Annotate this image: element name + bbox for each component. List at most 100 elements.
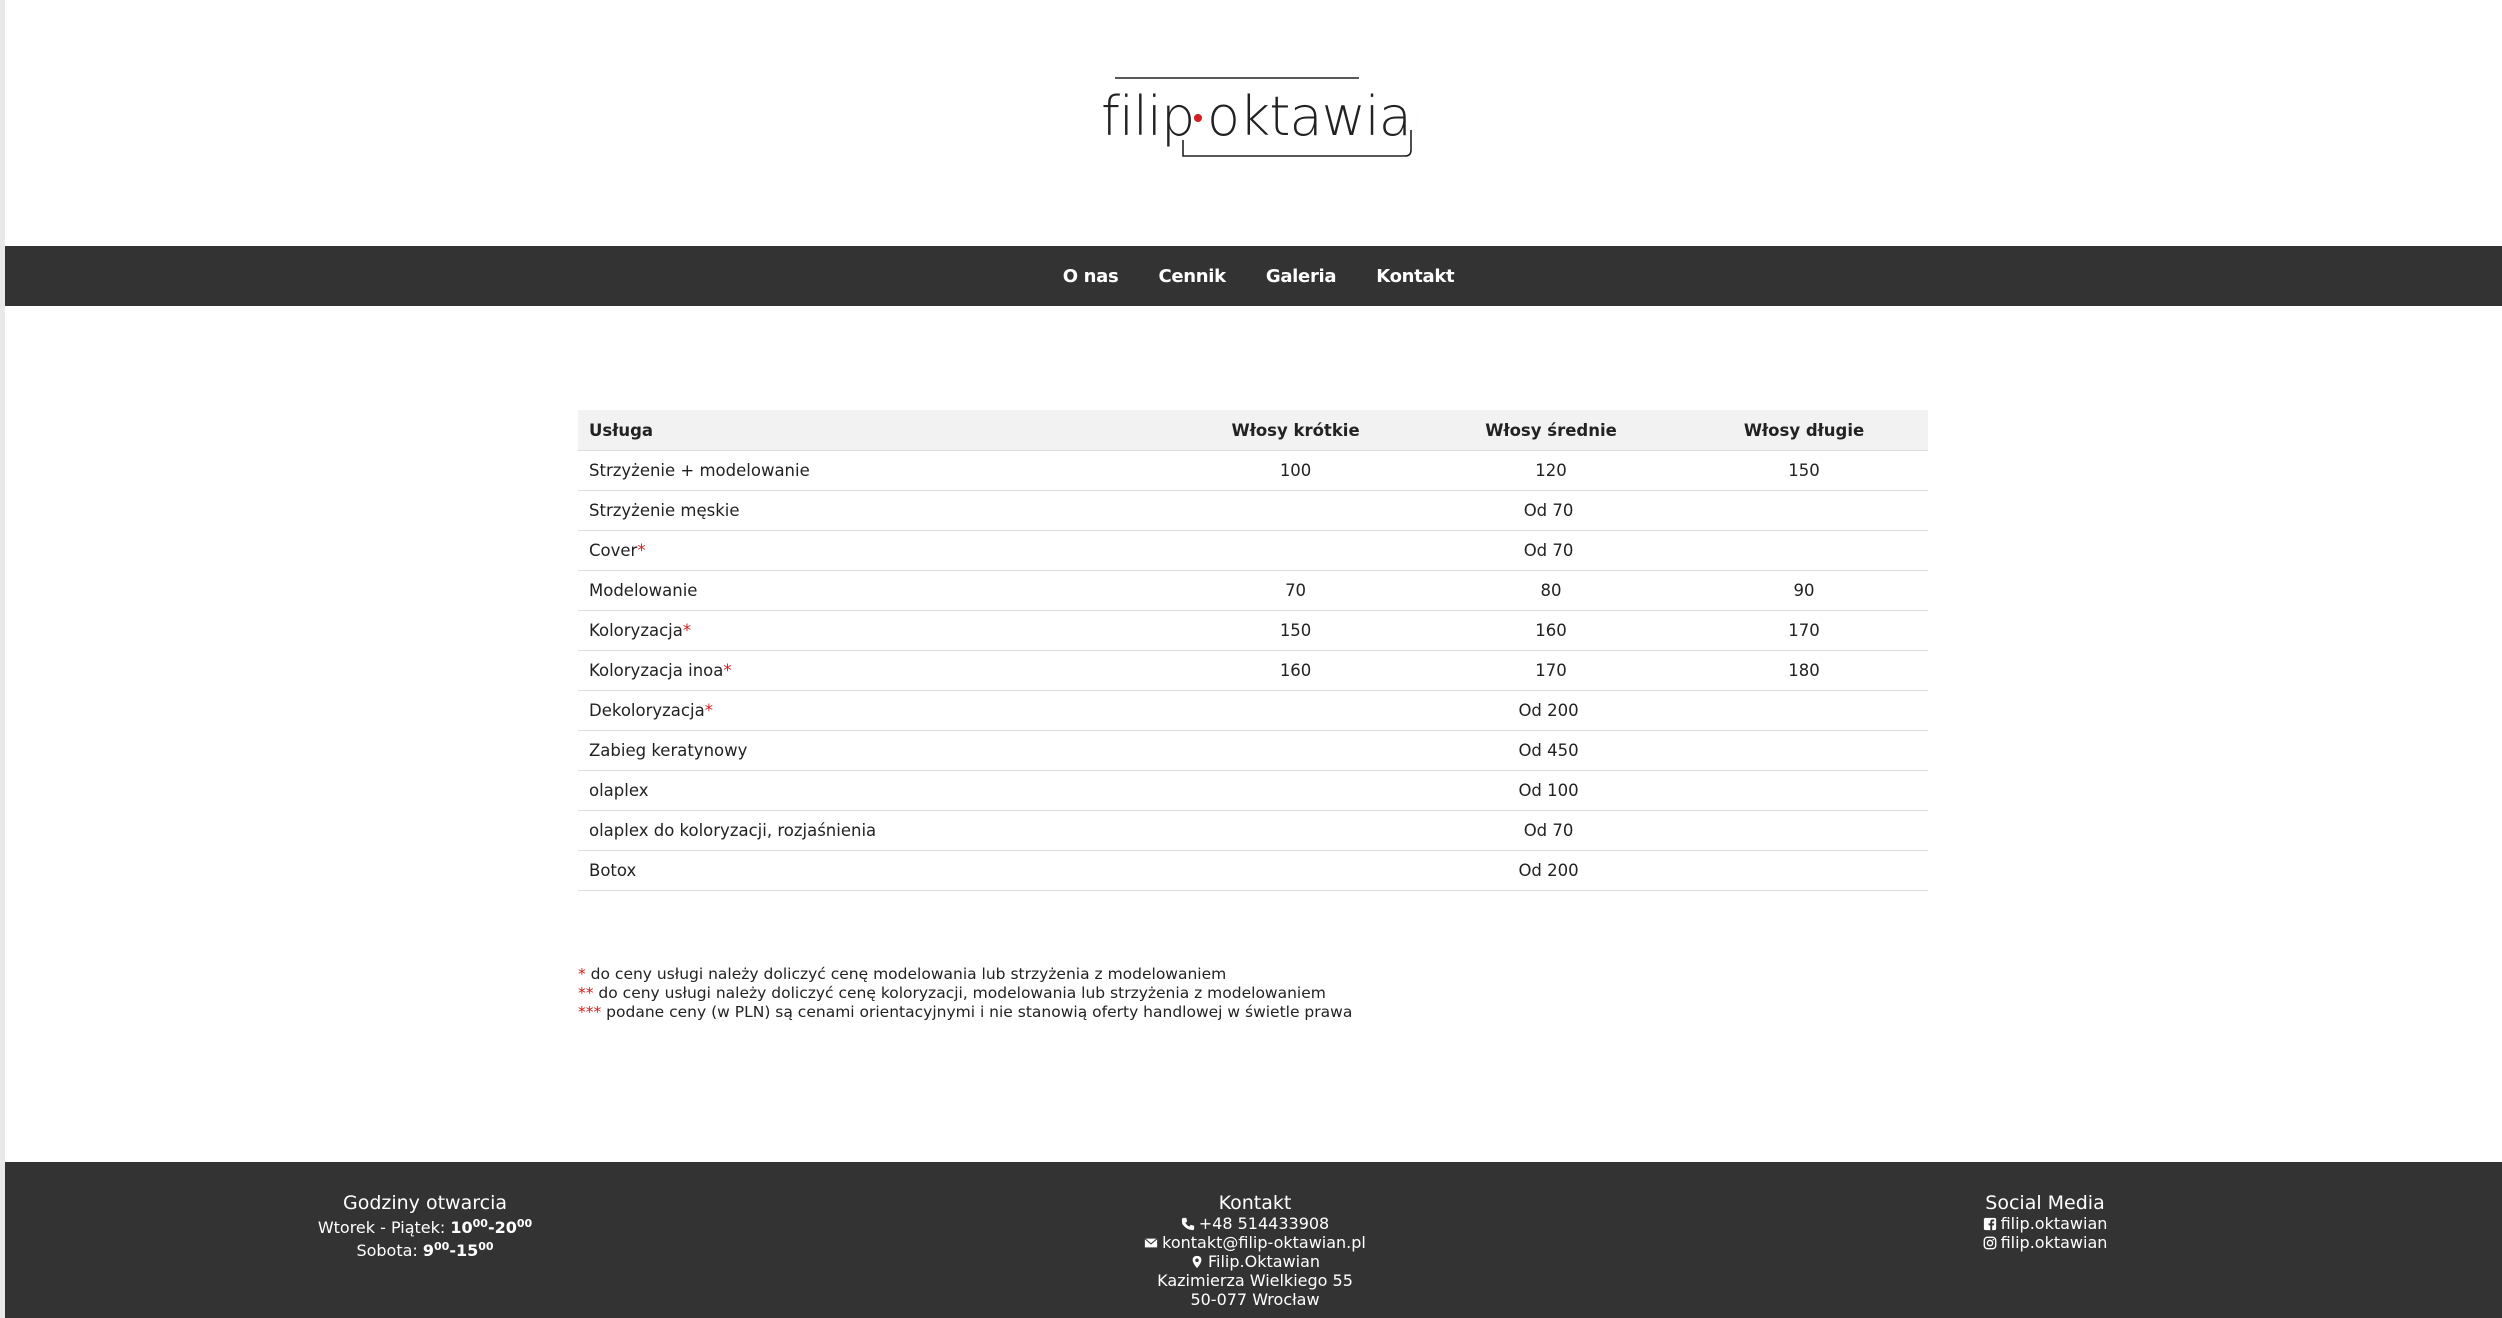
contact-title: Kontakt xyxy=(1218,1192,1292,1214)
table-row: Strzyżenie męskie Od 70 xyxy=(578,490,1928,531)
service-name: Modelowanie xyxy=(578,570,1170,611)
nav-item-kontakt[interactable]: Kontakt xyxy=(1356,266,1474,287)
service-label: Koloryzacja xyxy=(589,621,683,640)
service-name: Koloryzacja* xyxy=(578,610,1170,651)
footer-hours: Godziny otwarcia Wtorek - Piątek: 1000-2… xyxy=(305,1192,545,1260)
price-single: Od 70 xyxy=(1169,490,1928,531)
table-row: Cover* Od 70 xyxy=(578,530,1928,571)
social-instagram[interactable]: filip.oktawian xyxy=(1905,1233,2185,1252)
facebook-handle: filip.oktawian xyxy=(2000,1214,2108,1233)
price-table: Usługa Włosy krótkie Włosy średnie Włosy… xyxy=(578,410,1928,891)
svg-text:oktawian: oktawian xyxy=(1207,85,1417,148)
social-title: Social Media xyxy=(1985,1192,2105,1214)
price-table-body: Strzyżenie + modelowanie 100 120 150 Strzyże… xyxy=(578,450,1928,891)
price-medium: 160 xyxy=(1422,610,1681,651)
col-header-long: Włosy długie xyxy=(1680,410,1928,451)
weekday-label: Wtorek - Piątek: xyxy=(317,1218,451,1237)
service-name: Dekoloryzacja* xyxy=(578,690,1170,731)
price-notes: * do ceny usługi należy doliczyć cenę mo… xyxy=(578,965,1352,1022)
col-header-short: Włosy krótkie xyxy=(1169,410,1423,451)
nav-item-galeria[interactable]: Galeria xyxy=(1246,266,1356,287)
header: filip oktawian xyxy=(5,0,2502,246)
note-text: do ceny usługi należy doliczyć cenę kolo… xyxy=(593,984,1326,1002)
price-short: 160 xyxy=(1169,650,1423,691)
price-short: 150 xyxy=(1169,610,1423,651)
nav-item-cennik[interactable]: Cennik xyxy=(1138,266,1245,287)
contact-email[interactable]: kontakt@filip-oktawian.pl xyxy=(1095,1233,1415,1252)
service-name: Cover* xyxy=(578,530,1170,571)
table-row: Zabieg keratynowy Od 450 xyxy=(578,730,1928,771)
phone-number: +48 514433908 xyxy=(1198,1214,1330,1233)
saturday-label: Sobota: xyxy=(356,1241,423,1260)
service-name: Koloryzacja inoa* xyxy=(578,650,1170,691)
saturday-open-min: 00 xyxy=(434,1240,450,1253)
logo-image: filip oktawian xyxy=(1101,77,1417,157)
service-name: Zabieg keratynowy xyxy=(578,730,1170,771)
table-row: Koloryzacja* 150 160 170 xyxy=(578,610,1928,651)
table-row: olaplex Od 100 xyxy=(578,770,1928,811)
instagram-handle: filip.oktawian xyxy=(2000,1233,2108,1252)
note-line: ** do ceny usługi należy doliczyć cenę k… xyxy=(578,984,1352,1003)
facebook-icon xyxy=(1983,1217,1996,1231)
price-table-container: Usługa Włosy krótkie Włosy średnie Włosy… xyxy=(578,410,1928,891)
note-mark: *** xyxy=(578,1003,602,1021)
price-long: 90 xyxy=(1680,570,1928,611)
service-label: Koloryzacja inoa xyxy=(589,661,724,680)
weekday-close-hour: 20 xyxy=(494,1218,517,1237)
note-line: * do ceny usługi należy doliczyć cenę mo… xyxy=(578,965,1352,984)
service-label: Modelowanie xyxy=(589,581,698,600)
nav-item-o-nas[interactable]: O nas xyxy=(1043,266,1139,287)
price-long: 150 xyxy=(1680,450,1928,491)
weekday-open-hour: 10 xyxy=(450,1218,473,1237)
weekday-close-min: 00 xyxy=(516,1217,533,1230)
note-mark: * xyxy=(578,965,586,983)
service-label: Dekoloryzacja xyxy=(589,701,705,720)
price-single: Od 200 xyxy=(1169,690,1928,731)
map-marker-icon xyxy=(1192,1255,1202,1269)
service-label: olaplex do koloryzacji, rozjaśnienia xyxy=(589,821,877,840)
footer-social: Social Media filip.oktawian filip.oktawi… xyxy=(1905,1192,2185,1252)
table-row: Koloryzacja inoa* 160 170 180 xyxy=(578,650,1928,691)
col-header-service: Usługa xyxy=(578,410,1170,451)
service-star: * xyxy=(637,541,646,560)
note-line: *** podane ceny (w PLN) są cenami orient… xyxy=(578,1003,1352,1022)
saturday-close-hour: 15 xyxy=(455,1241,479,1260)
table-row: Botox Od 200 xyxy=(578,850,1928,891)
brand-logo[interactable]: filip oktawian xyxy=(1097,70,1417,160)
price-single: Od 100 xyxy=(1169,770,1928,811)
social-facebook[interactable]: filip.oktawian xyxy=(1905,1214,2185,1233)
table-row: Dekoloryzacja* Od 200 xyxy=(578,690,1928,731)
saturday-close-min: 00 xyxy=(478,1240,494,1253)
svg-text:filip: filip xyxy=(1101,85,1194,148)
price-short: 100 xyxy=(1169,450,1423,491)
phone-icon xyxy=(1181,1217,1194,1231)
table-row: olaplex do koloryzacji, rozjaśnienia Od 7… xyxy=(578,810,1928,851)
service-star: * xyxy=(682,621,692,640)
service-name: olaplex do koloryzacji, rozjaśnienia xyxy=(578,810,1170,851)
service-star: * xyxy=(704,701,713,720)
main-nav: O nas Cennik Galeria Kontakt xyxy=(5,246,2502,306)
service-label: Botox xyxy=(589,861,637,880)
table-header-row: Usługa Włosy krótkie Włosy średnie Włosy… xyxy=(578,410,1928,451)
price-single: Od 70 xyxy=(1169,530,1928,571)
envelope-icon xyxy=(1144,1238,1158,1248)
saturday-open-hour: 9 xyxy=(422,1241,435,1260)
contact-phone[interactable]: +48 514433908 xyxy=(1095,1214,1415,1233)
service-label: Strzyżenie + modelowanie xyxy=(589,461,810,480)
weekday-open-min: 00 xyxy=(472,1217,488,1230)
service-label: Zabieg keratynowy xyxy=(589,741,748,760)
price-single: Od 450 xyxy=(1169,730,1928,771)
hours-title: Godziny otwarcia xyxy=(342,1192,507,1214)
price-medium: 80 xyxy=(1422,570,1681,611)
instagram-icon xyxy=(1983,1236,1996,1250)
note-mark: ** xyxy=(578,984,594,1002)
note-text: podane ceny (w PLN) są cenami orientacyj… xyxy=(601,1003,1353,1021)
service-name: Strzyżenie + modelowanie xyxy=(578,450,1170,491)
service-label: Cover xyxy=(589,541,638,560)
service-label: olaplex xyxy=(589,781,649,800)
hours-saturday: Sobota: 900-1500 xyxy=(356,1240,494,1260)
price-long: 180 xyxy=(1680,650,1928,691)
price-long: 170 xyxy=(1680,610,1928,651)
contact-street: Kazimierza Wielkiego 55 xyxy=(1157,1271,1353,1290)
table-row: Strzyżenie + modelowanie 100 120 150 xyxy=(578,450,1928,491)
